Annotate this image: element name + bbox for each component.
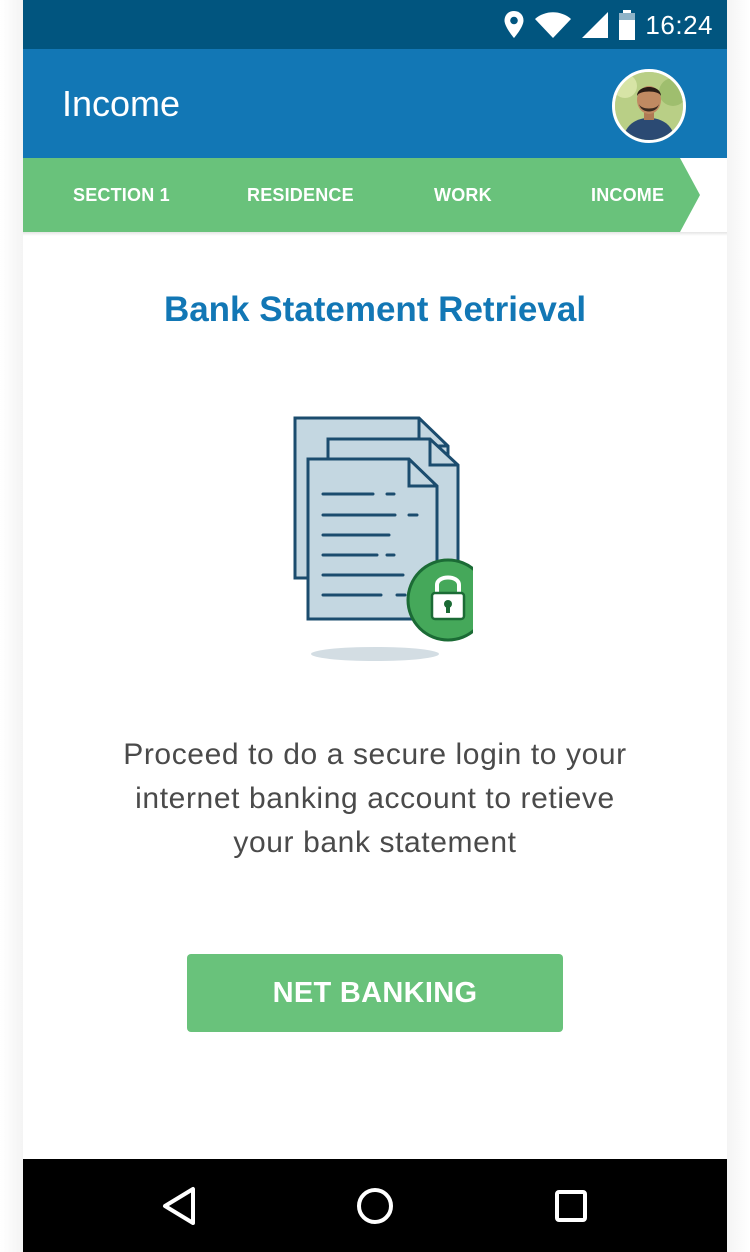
steps-shadow bbox=[23, 232, 727, 236]
step-section-1[interactable]: SECTION 1 bbox=[73, 185, 170, 206]
home-icon[interactable] bbox=[352, 1183, 398, 1229]
status-bar: 16:24 bbox=[23, 0, 727, 49]
step-residence[interactable]: RESIDENCE bbox=[247, 185, 354, 206]
user-avatar[interactable] bbox=[612, 69, 686, 143]
location-icon bbox=[504, 11, 524, 38]
screen-frame: 16:24 Income SECTION 1 RESIDENCE WORK IN… bbox=[0, 0, 750, 1252]
avatar-image bbox=[615, 72, 683, 140]
net-banking-button[interactable]: NET BANKING bbox=[187, 954, 563, 1032]
instruction-line: internet banking account to retieve bbox=[135, 782, 615, 815]
recents-icon[interactable] bbox=[548, 1183, 594, 1229]
back-icon[interactable] bbox=[156, 1183, 202, 1229]
section-heading: Bank Statement Retrieval bbox=[163, 290, 587, 329]
step-income[interactable]: INCOME bbox=[591, 185, 664, 206]
battery-icon bbox=[619, 10, 636, 40]
app-bar: Income bbox=[23, 49, 727, 158]
instruction-line: your bank statement bbox=[233, 826, 517, 859]
cellular-signal-icon bbox=[582, 12, 609, 38]
wifi-icon bbox=[535, 12, 572, 38]
clock-time: 16:24 bbox=[645, 9, 713, 40]
instruction-line: Proceed to do a secure login to your bbox=[123, 738, 627, 771]
left-edge bbox=[0, 0, 23, 1252]
page-title: Income bbox=[62, 83, 181, 124]
phone-screen: 16:24 Income SECTION 1 RESIDENCE WORK IN… bbox=[23, 0, 727, 1252]
navigation-bar bbox=[23, 1159, 727, 1252]
step-work[interactable]: WORK bbox=[434, 185, 492, 206]
instruction-text: Proceed to do a secure login to your int… bbox=[83, 733, 667, 865]
right-edge bbox=[727, 0, 750, 1252]
status-icons: 16:24 bbox=[503, 8, 713, 42]
progress-steps: SECTION 1 RESIDENCE WORK INCOME bbox=[23, 158, 727, 232]
documents-with-lock-icon bbox=[293, 416, 473, 661]
